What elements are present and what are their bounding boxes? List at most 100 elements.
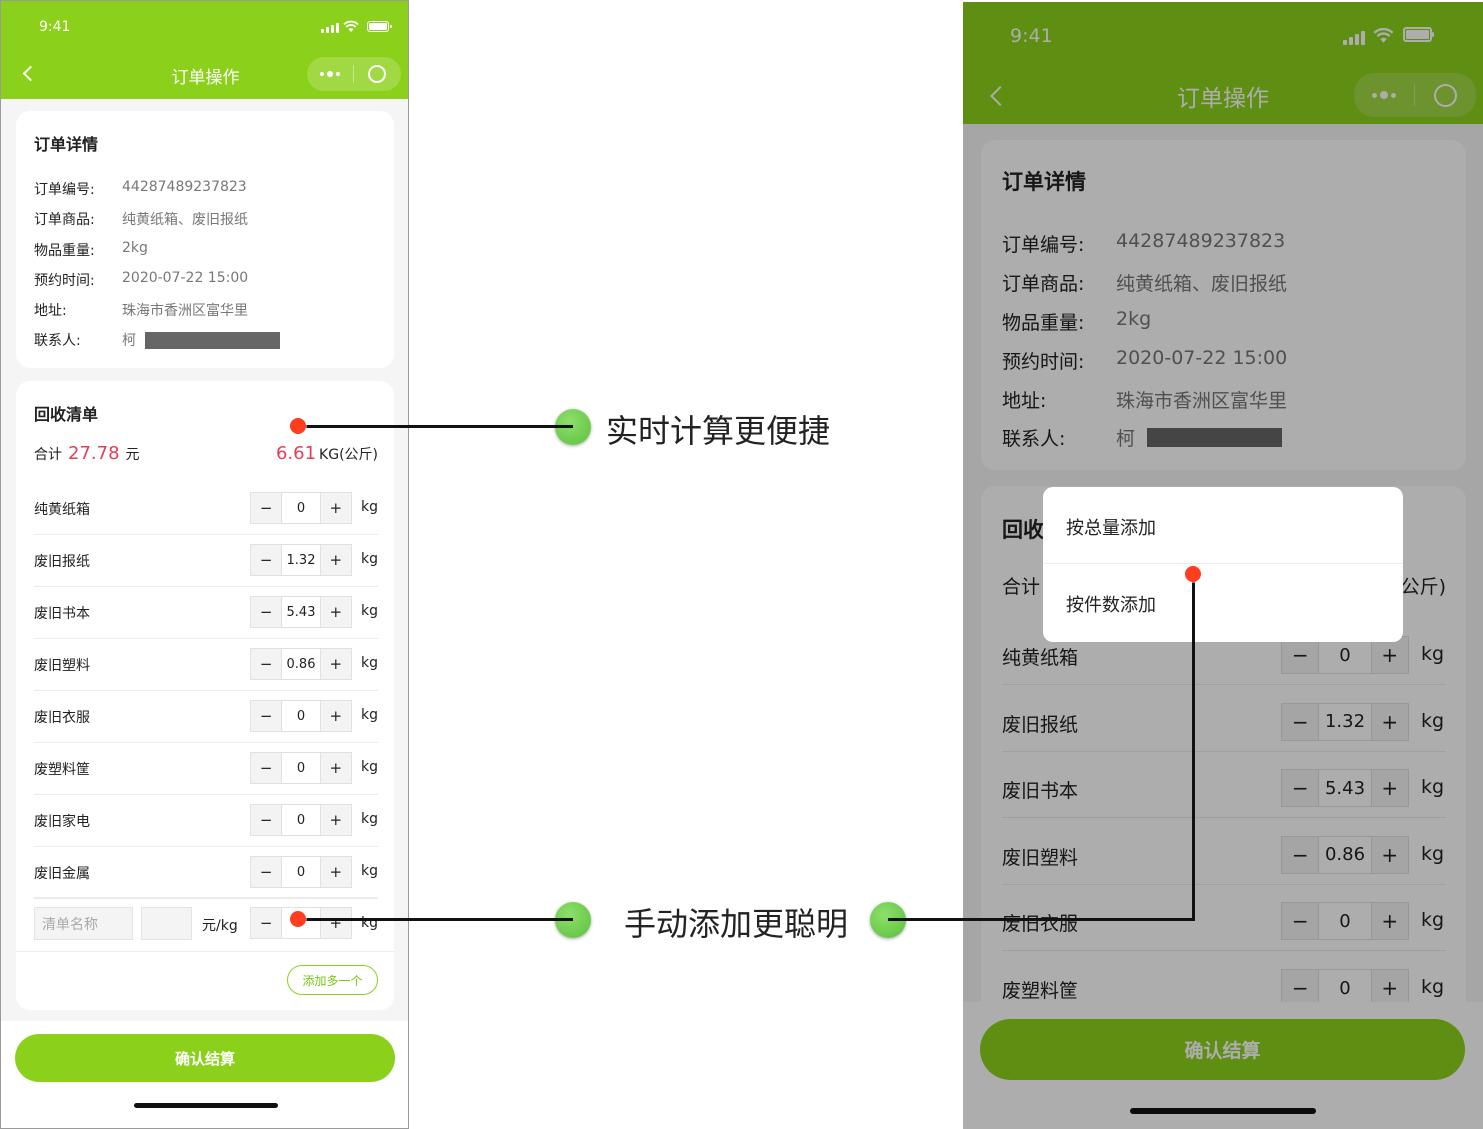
quantity-value[interactable]: 0.86	[281, 649, 321, 679]
row-key: 预约时间:	[34, 273, 95, 289]
price-unit: 元/kg	[202, 918, 238, 934]
item-name: 纯黄纸箱	[34, 502, 90, 518]
divider	[34, 742, 378, 743]
nav-bar: 订单操作	[1, 49, 408, 99]
callout-line	[888, 918, 1194, 921]
wifi-icon	[343, 20, 359, 32]
option-by-total[interactable]: 按总量添加	[1066, 514, 1156, 540]
unit-label: kg	[361, 603, 378, 619]
row-key: 地址:	[34, 303, 67, 319]
divider	[34, 534, 378, 535]
plus-button[interactable]: +	[320, 857, 351, 887]
minus-button[interactable]: −	[251, 701, 282, 731]
item-name: 废旧家电	[34, 814, 90, 830]
status-time: 9:41	[39, 19, 71, 35]
order-detail-card: 订单详情 订单编号: 44287489237823 订单商品: 纯黄纸箱、废旧报纸 …	[16, 111, 394, 368]
unit-label: kg	[361, 499, 378, 515]
minus-button[interactable]: −	[251, 545, 282, 575]
total-weight-value: 6.61	[275, 443, 317, 464]
add-more-button[interactable]: 添加多一个	[287, 965, 378, 995]
phone-screen-right: 9:41 订单操作 订单详情 订单编号: 44287489237823 订单商品:…	[963, 2, 1483, 1129]
order-heading: 订单详情	[34, 135, 99, 154]
plus-button[interactable]: +	[320, 545, 351, 575]
quantity-stepper[interactable]: −0.86 +	[250, 648, 352, 680]
item-name-input[interactable]: 清单名称	[34, 907, 133, 940]
more-icon[interactable]	[307, 71, 353, 77]
capsule-menu[interactable]	[307, 57, 401, 91]
minus-button[interactable]: −	[251, 649, 282, 679]
total-label: 合计	[34, 447, 62, 463]
plus-button[interactable]: +	[320, 701, 351, 731]
divider	[34, 898, 378, 899]
redacted-phone	[145, 331, 280, 349]
plus-button[interactable]: +	[320, 753, 351, 783]
callout-line	[298, 425, 573, 428]
total-amount-value: 27.78	[68, 443, 120, 464]
callout-marker	[290, 418, 306, 434]
item-name: 废旧书本	[34, 606, 90, 622]
quantity-value[interactable]: 5.43	[281, 597, 321, 627]
quantity-stepper[interactable]: −0 +	[250, 700, 352, 732]
plus-button[interactable]: +	[320, 805, 351, 835]
minus-button[interactable]: −	[251, 805, 282, 835]
row-value: 44287489237823	[122, 179, 247, 195]
quantity-value[interactable]: 0	[281, 753, 321, 783]
row-value: 2kg	[122, 240, 148, 256]
row-key: 物品重量:	[34, 243, 95, 259]
quantity-stepper[interactable]: −1.32 +	[250, 544, 352, 576]
quantity-value[interactable]: 0	[281, 857, 321, 887]
close-circle-icon[interactable]	[368, 65, 386, 83]
divider	[34, 846, 378, 847]
order-row: 订单商品: 纯黄纸箱、废旧报纸	[34, 209, 248, 229]
recycle-list-card: 回收清单 合计 27.78 元 6.61 KG(公斤) 纯黄纸箱 −0 + kg 废旧报…	[16, 381, 394, 1010]
minus-button[interactable]: −	[251, 908, 282, 938]
unit-label: kg	[361, 551, 378, 567]
order-row: 预约时间: 2020-07-22 15:00	[34, 270, 248, 290]
unit-label: kg	[361, 863, 378, 879]
minus-button[interactable]: −	[251, 597, 282, 627]
home-indicator	[134, 1103, 278, 1108]
row-value: 珠海市香洲区富华里	[122, 303, 248, 319]
plus-button[interactable]: +	[320, 649, 351, 679]
callout-line	[1192, 575, 1195, 921]
minus-button[interactable]: −	[251, 753, 282, 783]
order-row: 地址: 珠海市香洲区富华里	[34, 300, 248, 320]
total-unit: 元	[125, 447, 140, 463]
quantity-value[interactable]: 0	[281, 805, 321, 835]
item-name: 废塑料筐	[34, 762, 90, 778]
plus-button[interactable]: +	[320, 597, 351, 627]
order-row: 联系人: 柯	[34, 330, 280, 350]
divider	[34, 586, 378, 587]
quantity-value[interactable]: 1.32	[281, 545, 321, 575]
quantity-stepper[interactable]: −0 +	[250, 752, 352, 784]
price-input[interactable]	[141, 907, 192, 940]
quantity-stepper[interactable]: −0 +	[250, 492, 352, 524]
row-key: 订单编号:	[34, 182, 95, 198]
modal-overlay[interactable]	[963, 1002, 1483, 1129]
quantity-value[interactable]: 0	[281, 701, 321, 731]
unit-label: kg	[361, 759, 378, 775]
annotation-realtime: 实时计算更便捷	[606, 412, 831, 450]
divider	[34, 794, 378, 795]
row-value: 柯	[122, 333, 136, 349]
quantity-stepper[interactable]: −0 +	[250, 856, 352, 888]
row-value: 纯黄纸箱、废旧报纸	[122, 212, 248, 228]
status-bar: 9:41	[1, 1, 408, 49]
minus-button[interactable]: −	[251, 493, 282, 523]
recycle-heading: 回收清单	[34, 405, 99, 424]
plus-button[interactable]: +	[320, 908, 351, 938]
item-name: 废旧衣服	[34, 710, 90, 726]
option-by-count[interactable]: 按件数添加	[1066, 591, 1156, 617]
quantity-stepper[interactable]: −0 +	[250, 804, 352, 836]
order-row: 订单编号: 44287489237823	[34, 179, 247, 199]
quantity-value[interactable]: 0	[281, 493, 321, 523]
item-name: 废旧金属	[34, 866, 90, 882]
total-weight: 6.61 KG(公斤)	[276, 443, 378, 464]
row-key: 联系人:	[34, 333, 81, 349]
total-amount: 合计 27.78 元	[34, 443, 140, 464]
confirm-button[interactable]: 确认结算	[15, 1034, 395, 1082]
order-row: 物品重量: 2kg	[34, 240, 148, 260]
minus-button[interactable]: −	[251, 857, 282, 887]
plus-button[interactable]: +	[320, 493, 351, 523]
quantity-stepper[interactable]: −5.43 +	[250, 596, 352, 628]
